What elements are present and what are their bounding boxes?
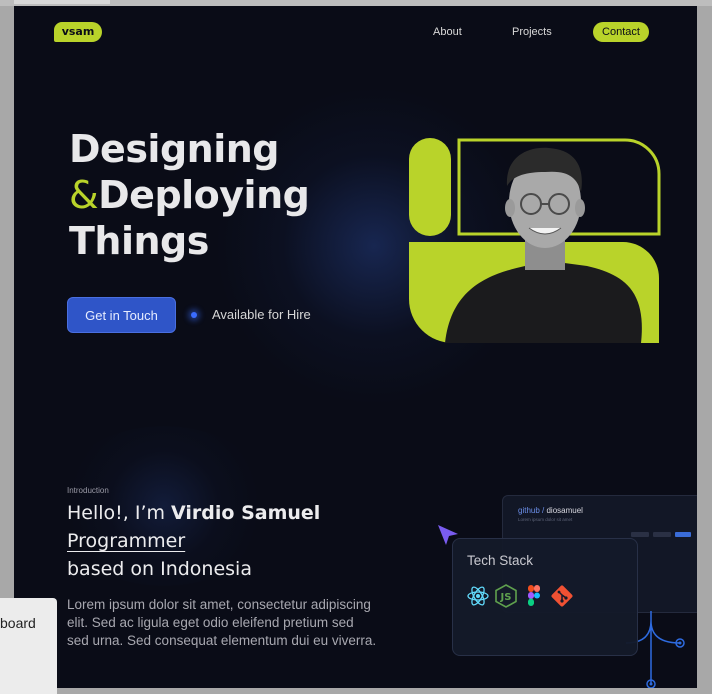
intro-greeting: Hello!, I’m	[67, 502, 172, 524]
github-username: diosamuel	[546, 506, 583, 515]
intro-section-label: Introduction	[67, 486, 109, 495]
github-card-subtitle: Lorem ipsum dolor sit amet	[518, 517, 573, 522]
dock-label: board	[0, 615, 36, 631]
dock-popup[interactable]: board	[0, 598, 57, 694]
react-icon	[467, 586, 489, 606]
intro-role-line: Programmer	[67, 527, 387, 555]
tech-stack-icons: JS	[466, 584, 576, 610]
github-prefix: github /	[518, 506, 547, 515]
github-card-bar-active	[675, 532, 691, 537]
github-card-bar	[653, 532, 671, 537]
hero-title-line-3: Things	[69, 219, 209, 263]
svg-text:JS: JS	[500, 592, 512, 603]
nav-about-link[interactable]: About	[433, 22, 462, 42]
bottom-backdrop	[14, 688, 697, 694]
git-icon	[551, 585, 573, 607]
tech-stack-title: Tech Stack	[467, 553, 534, 568]
tech-stack-card[interactable]: Tech Stack JS	[452, 538, 638, 656]
hero-title-deploying: Deploying	[98, 173, 310, 217]
intro-body-text: Lorem ipsum dolor sit amet, consectetur …	[67, 597, 377, 648]
left-backdrop	[0, 6, 14, 694]
accent-pill-shape	[409, 138, 451, 236]
get-in-touch-button[interactable]: Get in Touch	[67, 297, 176, 333]
intro-name: Virdio Samuel	[171, 502, 321, 524]
intro-heading: Hello!, I’m Virdio Samuel Programmer bas…	[67, 499, 387, 583]
nav-contact-button[interactable]: Contact	[593, 22, 649, 42]
hero-title-line-1: Designing	[69, 127, 280, 171]
availability-dot-icon	[191, 312, 197, 318]
intro-greeting-line: Hello!, I’m Virdio Samuel	[67, 499, 387, 527]
intro-location: based on Indonesia	[67, 558, 252, 580]
nodejs-icon: JS	[495, 584, 517, 608]
hero-portrait-artwork	[409, 138, 661, 343]
intro-role: Programmer	[67, 530, 186, 552]
hero-title-line-2: &Deploying	[69, 172, 369, 218]
availability-status: Available for Hire	[212, 307, 311, 322]
top-nav: About Projects Contact	[14, 22, 697, 42]
hero-ampersand: &	[69, 173, 99, 217]
figma-icon	[527, 585, 540, 606]
portfolio-page: vsam About Projects Contact Designing &D…	[14, 6, 697, 688]
window-tab	[14, 0, 110, 4]
right-backdrop	[697, 6, 712, 694]
hero-title: Designing &Deploying Things	[69, 126, 369, 264]
github-card-bar	[631, 532, 649, 537]
github-card-title: github / diosamuel	[518, 506, 583, 515]
nav-projects-link[interactable]: Projects	[512, 22, 552, 42]
